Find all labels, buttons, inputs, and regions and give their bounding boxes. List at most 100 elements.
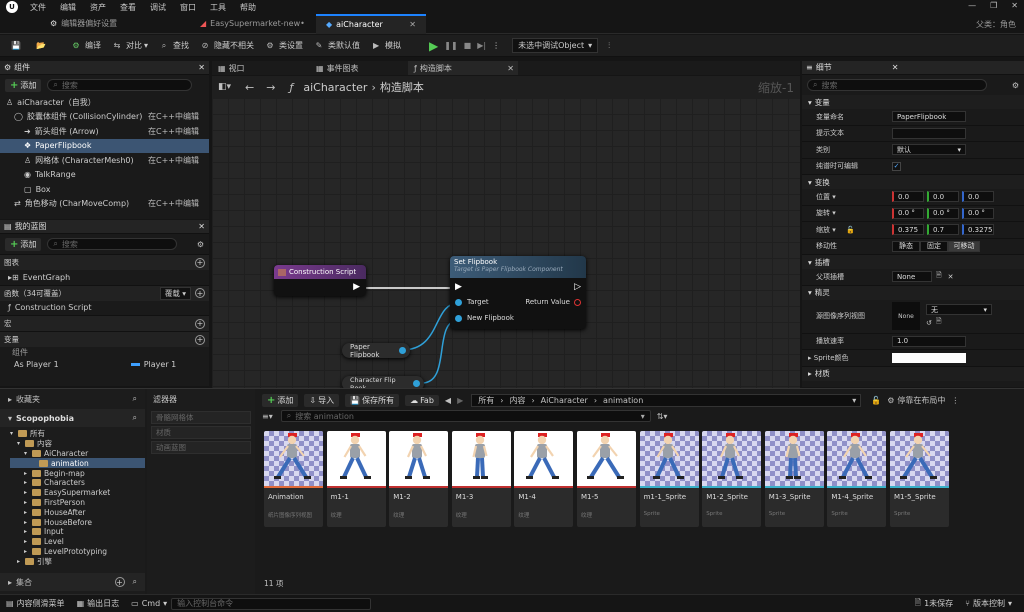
menu-item[interactable]: 工具 — [210, 2, 226, 13]
member-search-input[interactable]: ⌕ 搜索 — [47, 238, 178, 250]
scale-x-field[interactable]: 0.375 — [892, 224, 924, 236]
asset-tile[interactable]: Animation 纸片图像序列视图 — [264, 431, 323, 527]
path-segment[interactable]: 内容 — [509, 395, 525, 406]
unreal-logo-icon[interactable]: U — [6, 1, 18, 13]
sort-icon[interactable]: ⇅▾ — [657, 412, 668, 421]
folder-item[interactable]: ▸ 引擎 — [10, 556, 145, 566]
play-button[interactable]: ▶ — [429, 39, 438, 53]
component-edit-link[interactable]: 在C++中编辑 — [148, 155, 199, 166]
details-search-input[interactable]: ⌕ 搜索 — [807, 79, 987, 91]
unsaved-button[interactable]: 🗎 1未保存 — [915, 597, 954, 611]
debug-object-select[interactable]: 未选中调试Object ▾ — [512, 38, 599, 53]
mobility-static[interactable]: 静态 — [892, 240, 920, 252]
output-log-button[interactable]: ▦ 输出日志 — [77, 598, 120, 609]
variable-section[interactable]: ▾ 变量 — [802, 95, 1024, 109]
set-flipbook-node[interactable]: Set Flipbook Target is Paper Flipbook Co… — [450, 256, 586, 329]
asset-tile[interactable]: M1-2_Sprite Sprite — [702, 431, 762, 527]
settings-icon[interactable]: ⚙ — [1012, 81, 1019, 90]
asset-tile[interactable]: M1-3 纹理 — [451, 431, 511, 527]
asset-tile[interactable]: M1-4_Sprite Sprite — [827, 431, 887, 527]
filter-icon[interactable]: ≡▾ — [262, 412, 273, 421]
tab-event-graph[interactable]: ▦ 事件图表 — [310, 61, 406, 75]
add-macro-icon[interactable]: + — [195, 318, 205, 329]
components-category[interactable]: 组件 — [0, 347, 209, 357]
tab-construction-script[interactable]: ƒ 构造脚本 ✕ — [408, 61, 518, 75]
step-button[interactable]: ▶| — [477, 41, 486, 50]
parent-socket-field[interactable]: None — [892, 271, 932, 283]
asset-tile[interactable]: M1-4 纹理 — [514, 431, 574, 527]
folder-item[interactable]: ▸ Begin-map — [10, 468, 145, 478]
component-edit-link[interactable]: 在C++中编辑 — [148, 198, 199, 209]
search-icon[interactable]: ⌕ — [133, 413, 137, 423]
add-collection-icon[interactable]: + — [114, 577, 125, 587]
add-function-icon[interactable]: + — [195, 288, 205, 298]
tab-editor-prefs[interactable]: ⚙ 编辑器偏好设置 — [40, 14, 190, 34]
sockets-section[interactable]: ▾ 插槽 — [802, 255, 1024, 269]
content-drawer-button[interactable]: ▤ 内容侧滑菜单 — [6, 598, 65, 609]
tooltip-field[interactable] — [892, 127, 966, 139]
more-options-button[interactable]: ⋮ — [492, 41, 500, 50]
class-defaults-button[interactable]: ✎ 类默认值 — [313, 40, 360, 52]
new-flipbook-pin[interactable]: New Flipbook — [455, 314, 514, 322]
rot-x-field[interactable]: 0.0 ° — [892, 207, 924, 219]
functions-section[interactable]: 函数（34可覆盖） 覆载 ▾ + — [0, 284, 209, 301]
use-selected-icon[interactable]: ↺ — [926, 319, 932, 327]
asset-tile[interactable]: M1-5_Sprite Sprite — [890, 431, 949, 527]
component-search-input[interactable]: ⌕ 搜索 — [47, 79, 193, 91]
override-dropdown[interactable]: 覆载 ▾ — [159, 286, 191, 300]
component-item[interactable]: ◉ TalkRange — [0, 168, 209, 183]
menu-item[interactable]: 查看 — [120, 2, 136, 13]
loc-y-field[interactable]: 0.0 — [927, 191, 959, 203]
paper-flipbook-getter[interactable]: Paper Flipbook — [342, 343, 410, 358]
folder-item[interactable]: ▸ Input — [10, 527, 145, 537]
color-swatch[interactable] — [892, 352, 966, 363]
favorites-header[interactable]: ▸ 收藏夹 ⌕ — [0, 389, 145, 409]
import-button[interactable]: ⇩ 导入 — [304, 393, 340, 407]
folder-item[interactable]: ▸ HouseBefore — [10, 517, 145, 527]
folder-item[interactable]: ▸ FirstPerson — [10, 498, 145, 508]
event-graph-item[interactable]: ▸⊞ EventGraph — [0, 270, 209, 285]
rot-y-field[interactable]: 0.0 ° — [927, 207, 959, 219]
forward-arrow-icon[interactable]: → — [266, 81, 275, 94]
debug-filter-button[interactable]: ⫶ — [608, 41, 610, 51]
find-button[interactable]: ⌕ 查找 — [158, 40, 189, 52]
path-segment[interactable]: AiCharacter — [541, 396, 588, 405]
tab-close-icon[interactable]: ✕ — [409, 20, 416, 29]
construction-script-node[interactable]: Construction Script ▶ — [274, 265, 366, 296]
rotation-dropdown[interactable]: 旋转 ▾ — [802, 208, 892, 218]
browser-add-button[interactable]: + 添加 — [262, 393, 299, 407]
compile-button[interactable]: ⚙ 编译 — [70, 40, 101, 52]
asset-tile[interactable]: M1-2 纹理 — [389, 431, 449, 527]
editable-checkbox[interactable]: ✓ — [892, 161, 901, 171]
component-edit-link[interactable]: 在C++中编辑 — [148, 126, 199, 137]
history-forward-icon[interactable]: ▶ — [457, 396, 463, 405]
macros-section[interactable]: 宏 + — [0, 315, 209, 331]
add-member-button[interactable]: + 添加 — [5, 237, 42, 251]
sprite-section[interactable]: ▾ 精灵 — [802, 285, 1024, 300]
close-icon[interactable]: ✕ — [198, 63, 205, 72]
asset-tile[interactable]: m1-1 纹理 — [326, 431, 386, 527]
folder-item[interactable]: ▸ HouseAfter — [10, 507, 145, 517]
save-button[interactable]: 💾 — [10, 40, 25, 52]
save-all-button[interactable]: 💾 保存所有 — [345, 393, 400, 407]
menu-item[interactable]: 编辑 — [60, 2, 76, 13]
dock-in-layout-button[interactable]: 停靠在布局中 — [897, 395, 945, 406]
loc-z-field[interactable]: 0.0 — [962, 191, 994, 203]
console-input[interactable]: 输入控制台命令 — [171, 597, 372, 610]
folder-item[interactable]: animation — [10, 458, 145, 469]
rot-z-field[interactable]: 0.0 ° — [962, 207, 994, 219]
add-graph-icon[interactable]: + — [195, 257, 205, 268]
var-name-field[interactable]: PaperFlipbook — [892, 111, 966, 123]
variable-item[interactable]: As Player 1 Player 1 — [0, 357, 209, 372]
filter-anim-blueprint[interactable]: 动画蓝图 — [151, 441, 251, 454]
menu-item[interactable]: 帮助 — [240, 2, 256, 13]
component-item[interactable]: ♙ aiCharacter（自我） — [0, 95, 209, 110]
bookmark-icon[interactable]: ◧▾ — [218, 82, 231, 92]
component-item[interactable]: ♙ 网格体 (CharacterMesh0) 在C++中编辑 — [0, 153, 209, 168]
add-component-button[interactable]: + 添加 — [5, 78, 42, 92]
diff-button[interactable]: ⇆ 对比 ▾ — [111, 40, 148, 52]
scale-y-field[interactable]: 0.7 — [927, 224, 959, 236]
return-value-pin[interactable]: Return Value — [525, 298, 581, 306]
fab-button[interactable]: ☁ Fab — [405, 394, 439, 406]
folder-item[interactable]: ▾ 所有 — [10, 429, 145, 439]
